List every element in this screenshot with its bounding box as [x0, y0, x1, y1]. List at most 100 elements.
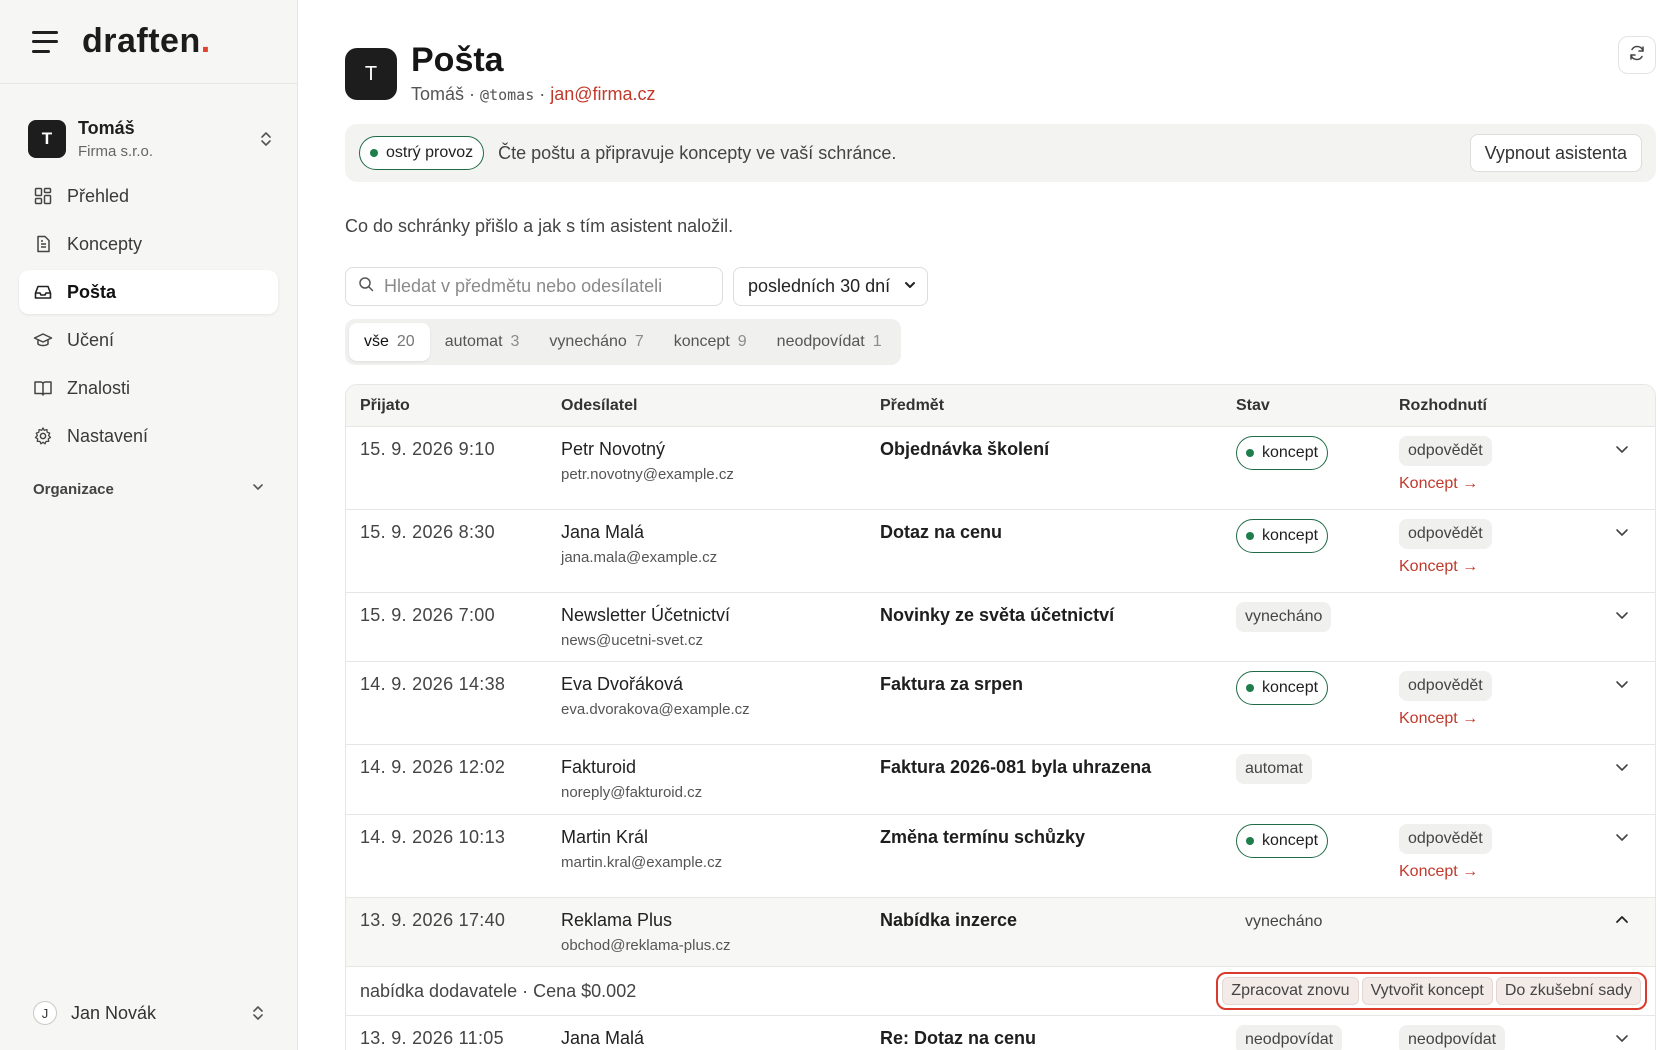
- open-draft-link[interactable]: Koncept →: [1399, 863, 1589, 881]
- hamburger-menu-icon[interactable]: [32, 30, 60, 53]
- tab-koncept[interactable]: koncept 9: [659, 323, 762, 361]
- chevron-down-icon[interactable]: [1614, 441, 1630, 462]
- tab-label: vše: [364, 333, 389, 350]
- add-to-test-set-button[interactable]: Do zkušební sady: [1495, 977, 1641, 1005]
- chevron-updown-icon: [259, 129, 273, 149]
- refresh-button[interactable]: [1618, 36, 1656, 74]
- subject: Faktura za srpen: [880, 674, 1024, 694]
- chevron-down-icon[interactable]: [1614, 759, 1630, 780]
- sidebar-item-znalosti[interactable]: Znalosti: [19, 366, 278, 410]
- search-field: [345, 267, 723, 306]
- open-draft-link[interactable]: Koncept →: [1399, 558, 1589, 576]
- grid-icon: [33, 186, 53, 206]
- received-date: 14. 9. 2026 12:02: [360, 757, 506, 777]
- book-icon: [33, 378, 53, 398]
- table-row[interactable]: 13. 9. 2026 11:05 Jana Malá Re: Dotaz na…: [346, 1016, 1655, 1050]
- mailbox-avatar: T: [345, 48, 397, 100]
- status-badge: koncept: [1236, 824, 1329, 858]
- status-badge: koncept: [1236, 519, 1329, 553]
- column-header-status[interactable]: Stav: [1236, 397, 1399, 415]
- chevron-down-icon[interactable]: [1614, 524, 1630, 545]
- chevron-down-icon[interactable]: [1614, 676, 1630, 697]
- period-select-value: posledních 30 dní: [748, 276, 891, 296]
- column-header-received[interactable]: Přijato: [346, 397, 561, 415]
- sender-email: eva.dvorakova@example.cz: [561, 701, 750, 718]
- sidebar-item-posta[interactable]: Pošta: [19, 270, 278, 314]
- tab-count: 9: [737, 333, 747, 350]
- tab-vynechano[interactable]: vynecháno 7: [534, 323, 658, 361]
- organizace-section-toggle[interactable]: Organizace: [0, 480, 297, 498]
- mail-table: Přijato Odesílatel Předmět Stav Rozhodnu…: [345, 384, 1656, 1050]
- open-draft-link[interactable]: Koncept →: [1399, 475, 1589, 493]
- account-avatar: T: [28, 120, 66, 158]
- organizace-label: Organizace: [33, 480, 114, 498]
- account-switcher[interactable]: T Tomáš Firma s.r.o.: [0, 118, 297, 160]
- subject: Změna termínu schůzky: [880, 827, 1086, 847]
- tab-automat[interactable]: automat 3: [430, 323, 535, 361]
- reprocess-button[interactable]: Zpracovat znovu: [1222, 977, 1359, 1005]
- chevron-down-icon[interactable]: [1614, 1030, 1630, 1050]
- sidebar-item-label: Nastavení: [67, 425, 149, 446]
- column-header-sender[interactable]: Odesílatel: [561, 397, 880, 415]
- table-row-expanded[interactable]: 13. 9. 2026 17:40 Reklama Plus obchod@rek…: [346, 898, 1655, 967]
- sidebar-item-prehled[interactable]: Přehled: [19, 174, 278, 218]
- status-badge: vynecháno: [1245, 913, 1323, 930]
- status-badge: neodpovídat: [1236, 1025, 1343, 1050]
- assistant-status-banner: ostrý provoz Čte poštu a připravuje konc…: [345, 124, 1656, 182]
- sidebar-item-nastaveni[interactable]: Nastavení: [19, 414, 278, 458]
- chevron-down-icon[interactable]: [1614, 829, 1630, 850]
- sender-email: noreply@fakturoid.cz: [561, 784, 703, 801]
- create-draft-button[interactable]: Vytvořit koncept: [1361, 977, 1493, 1005]
- tab-label: automat: [444, 333, 503, 350]
- period-select[interactable]: posledních 30 dní: [733, 267, 928, 306]
- sender-name: Petr Novotný: [561, 439, 666, 459]
- page-description: Co do schránky přišlo a jak s tím asiste…: [345, 216, 734, 236]
- sidebar-item-label: Přehled: [67, 185, 130, 206]
- column-header-subject[interactable]: Předmět: [880, 397, 1236, 415]
- tab-neodpovidat[interactable]: neodpovídat 1: [762, 323, 897, 361]
- search-input[interactable]: [384, 276, 704, 297]
- sender-name: Reklama Plus: [561, 910, 673, 930]
- table-row[interactable]: 15. 9. 2026 8:30 Jana Malá jana.mala@exam…: [346, 510, 1655, 593]
- decision-badge: odpovědět: [1399, 436, 1492, 466]
- status-badge: koncept: [1236, 671, 1329, 705]
- status-label: koncept: [1262, 527, 1319, 544]
- column-header-decision[interactable]: Rozhodnutí: [1399, 397, 1589, 415]
- banner-text: Čte poštu a připravuje koncepty ve vaší …: [498, 142, 897, 163]
- sidebar-item-uceni[interactable]: Učení: [19, 318, 278, 362]
- account-org: Firma s.r.o.: [78, 143, 154, 160]
- sender-name: Eva Dvořáková: [561, 674, 684, 694]
- table-header: Přijato Odesílatel Předmět Stav Rozhodnu…: [346, 385, 1655, 427]
- table-row[interactable]: 15. 9. 2026 9:10 Petr Novotný petr.novotn…: [346, 427, 1655, 510]
- sender-email: martin.kral@example.cz: [561, 854, 723, 871]
- tab-vse[interactable]: vše 20: [349, 323, 430, 361]
- sidebar-item-koncepty[interactable]: Koncepty: [19, 222, 278, 266]
- chevron-up-icon[interactable]: [1614, 912, 1630, 933]
- mailbox-identity: Tomáš · @tomas · jan@firma.cz: [411, 84, 656, 105]
- table-row[interactable]: 15. 9. 2026 7:00 Newsletter Účetnictví ne…: [346, 593, 1655, 662]
- table-row[interactable]: 14. 9. 2026 12:02 Fakturoid noreply@faktu…: [346, 745, 1655, 815]
- table-row[interactable]: 14. 9. 2026 10:13 Martin Král martin.kral…: [346, 815, 1655, 898]
- status-dot-icon: [370, 149, 378, 157]
- search-icon: [358, 276, 374, 297]
- page-header: T Pošta Tomáš · @tomas · jan@firma.cz: [345, 0, 1656, 105]
- mailbox-email-link[interactable]: jan@firma.cz: [550, 84, 655, 104]
- tab-count: 3: [510, 333, 520, 350]
- disable-assistant-button[interactable]: Vypnout asistenta: [1469, 134, 1642, 172]
- status-dot-icon: [1246, 449, 1254, 457]
- gear-icon: [33, 426, 53, 446]
- logo[interactable]: draften.: [82, 22, 211, 61]
- subject: Objednávka školení: [880, 439, 1050, 459]
- sender-name: Martin Král: [561, 827, 649, 847]
- status-badge: vynecháno: [1236, 602, 1332, 632]
- open-draft-link[interactable]: Koncept →: [1399, 710, 1589, 728]
- separator: ·: [539, 84, 546, 104]
- separator: ·: [469, 84, 476, 104]
- table-row[interactable]: 14. 9. 2026 14:38 Eva Dvořáková eva.dvora…: [346, 662, 1655, 745]
- chevron-down-icon[interactable]: [1614, 607, 1630, 628]
- status-label: koncept: [1262, 832, 1319, 849]
- user-menu[interactable]: J Jan Novák: [33, 1001, 265, 1025]
- subject: Nabídka inzerce: [880, 910, 1018, 930]
- status-dot-icon: [1246, 837, 1254, 845]
- status-label: koncept: [1262, 444, 1319, 461]
